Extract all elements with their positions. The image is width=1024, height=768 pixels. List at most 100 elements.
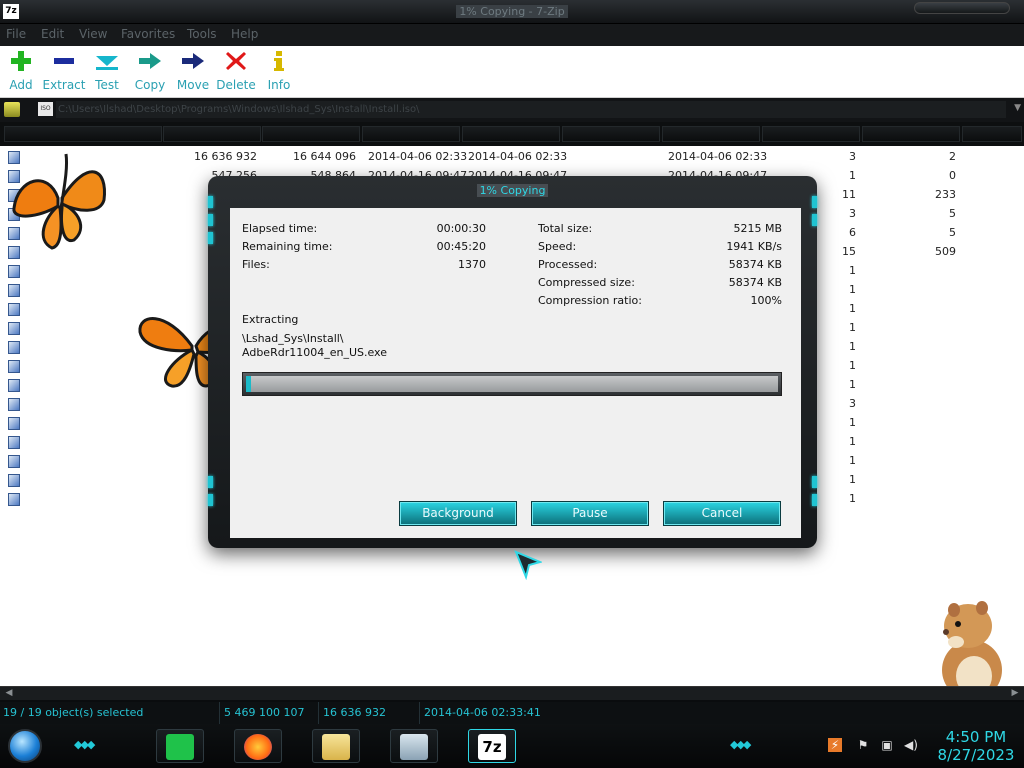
speed-value: 1941 KB/s [726,240,782,253]
column-header-size[interactable] [163,126,261,142]
column-header-accessed-blank[interactable] [562,126,660,142]
taskbar-app-7zip[interactable]: 7z [468,729,516,763]
column-header-extra[interactable] [962,126,1022,142]
column-header-modified[interactable] [362,126,460,142]
move-button[interactable]: Move [170,50,216,92]
extract-label: Extract [42,78,86,92]
7zip-icon: 7z [478,734,506,760]
file-icon [8,417,20,430]
clock[interactable]: 4:50 PM 8/27/2023 [934,728,1018,764]
file-icon [8,493,20,506]
clock-date: 8/27/2023 [937,746,1015,764]
scroll-right-icon[interactable]: ▶ [1008,687,1022,700]
scroll-left-icon[interactable]: ◀ [2,687,16,700]
menu-tools[interactable]: Tools [187,27,217,41]
background-button[interactable]: Background [399,501,517,526]
files-value: 1370 [458,258,486,271]
add-icon [11,51,31,71]
path-input[interactable]: C:\Users\Ilshad\Desktop\Programs\Windows… [56,101,1006,118]
remaining-time-value: 00:45:20 [436,240,486,253]
status-total-size: 5 469 100 107 [221,702,319,724]
path-dropdown-icon[interactable]: ▼ [1014,103,1021,113]
menu-view[interactable]: View [79,27,107,41]
cancel-button[interactable]: Cancel [663,501,781,526]
title-bar: 7z 1% Copying - 7-Zip [0,0,1024,24]
copy-arrow-icon [139,53,161,69]
taskbar-app-chat[interactable] [156,729,204,763]
column-header-folders[interactable] [762,126,860,142]
test-button[interactable]: Test [84,50,130,92]
tray-app-icon[interactable]: ⚡ [828,738,842,752]
delete-label: Delete [216,78,256,92]
menu-favorites[interactable]: Favorites [121,27,175,41]
file-icon [8,284,20,297]
copy-button[interactable]: Copy [127,50,173,92]
taskbar-app-explorer[interactable] [312,729,360,763]
address-bar: ISO C:\Users\Ilshad\Desktop\Programs\Win… [0,98,1024,122]
dialog-title-text: 1% Copying [476,184,549,197]
operation-label: Extracting [242,313,299,326]
column-header-accessed[interactable] [662,126,760,142]
cell-accessed: 2014-04-06 02:33 [668,150,768,163]
processed-label: Processed: [538,258,598,271]
led-decoration [812,494,817,506]
horizontal-scrollbar[interactable]: ◀ ▶ [0,686,1024,700]
status-packed-size: 16 636 932 [320,702,420,724]
info-button[interactable]: Info [256,50,302,92]
menu-edit[interactable]: Edit [41,27,64,41]
folder-up-icon[interactable] [4,102,20,117]
column-header-packed[interactable] [262,126,360,142]
column-header-files[interactable] [862,126,960,142]
window-title: 1% Copying - 7-Zip [0,5,1024,18]
delete-x-icon [226,52,246,70]
cell-b: 5 [949,226,956,239]
test-label: Test [95,78,119,92]
extract-icon [54,58,74,64]
volume-icon[interactable]: ◀) [904,738,918,752]
led-decoration [208,494,213,506]
led-decoration [208,196,213,208]
test-icon [96,56,118,70]
files-label: Files: [242,258,270,271]
status-selected: 19 / 19 object(s) selected [0,702,220,724]
file-icon [8,303,20,316]
file-icon [8,398,20,411]
extract-button[interactable]: Extract [41,50,87,92]
compression-ratio-value: 100% [750,294,782,307]
network-icon[interactable]: ▣ [880,738,894,752]
led-decoration [208,214,213,226]
dialog-content: Elapsed time: 00:00:30 Remaining time: 0… [230,208,801,538]
system-tray: ⚡ ⚑ ▣ ◀) [820,736,930,756]
current-file-name: AdbeRdr11004_en_US.exe [242,346,387,359]
table-row[interactable]: 16 636 932 16 644 096 2014-04-06 02:33 2014… [0,148,1024,167]
delete-button[interactable]: Delete [213,50,259,92]
progress-fill [246,376,252,392]
file-icon [8,341,20,354]
processed-value: 58374 KB [728,258,782,271]
menu-file[interactable]: File [6,27,26,41]
window-controls[interactable] [914,2,1010,14]
butterfly-decoration [12,153,107,250]
cell-size: 16 636 932 [194,150,257,163]
taskbar-app-monitor[interactable] [390,729,438,763]
taskbar-app-firefox[interactable] [234,729,282,763]
chevron-decoration-icon: ◆◆◆ [74,738,95,751]
compression-ratio-label: Compression ratio: [538,294,642,307]
file-icon [8,379,20,392]
menu-help[interactable]: Help [231,27,258,41]
column-header-name[interactable] [4,126,162,142]
cell-b: 5 [949,207,956,220]
add-button[interactable]: Add [0,50,44,92]
taskbar: ◆◆◆ 7z ◆◆◆ ⚡ ⚑ ▣ ◀) 4:50 PM 8/27/2023 [0,724,1024,768]
column-header-created[interactable] [462,126,560,142]
move-label: Move [176,78,210,92]
start-button[interactable] [8,729,42,763]
chat-app-icon [166,734,194,760]
cell-b: 0 [949,169,956,182]
pause-button[interactable]: Pause [531,501,649,526]
file-icon [8,436,20,449]
flag-icon[interactable]: ⚑ [856,738,870,752]
copy-progress-dialog: 1% Copying Elapsed time: 00:00:30 Remain… [208,176,817,548]
led-decoration [208,476,213,488]
progress-bar [242,372,782,396]
